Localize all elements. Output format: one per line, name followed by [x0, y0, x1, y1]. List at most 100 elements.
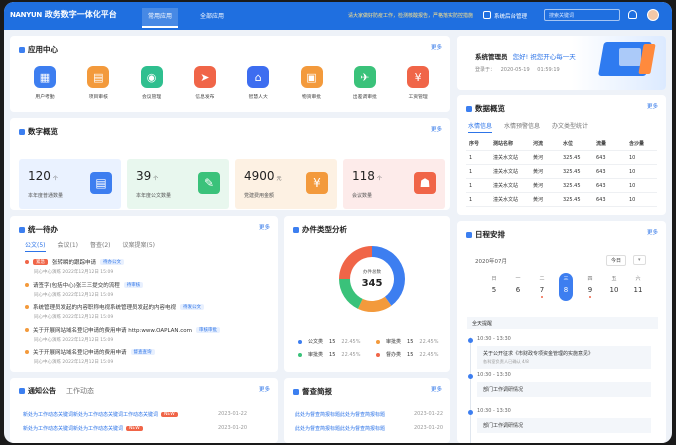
todo-title: 统一待办 — [19, 224, 58, 235]
plane-icon: ✈ — [353, 66, 376, 88]
notice-item[interactable]: 新处为工作动态关键词新处为工作动态关键词 NEW 2023-01-20 — [23, 425, 247, 432]
donut-slice-1[interactable] — [357, 296, 392, 312]
calendar-day[interactable]: 六 11 — [631, 275, 645, 294]
legend-swatch — [298, 352, 302, 357]
todo-tab[interactable]: 会议(1) — [58, 240, 79, 252]
column-header: 河流 — [533, 141, 544, 147]
app-4[interactable]: ⌂ 智慧人大 — [238, 66, 278, 100]
logo[interactable]: NANYUN 政务数字一体化平台 — [10, 9, 117, 20]
todo-tab[interactable]: 督查(2) — [90, 240, 111, 252]
bell-icon[interactable] — [628, 10, 637, 19]
event-time: 10:30 - 13:30 — [477, 408, 511, 414]
table-cell: 1 — [469, 196, 473, 203]
app-label: 项目审核 — [88, 95, 108, 100]
todo-meta: 同心中心演练 2022年12月12日 15:09 — [34, 337, 114, 343]
todo-more[interactable]: 更多 — [259, 223, 270, 231]
app-3[interactable]: ➤ 信息发布 — [185, 66, 225, 100]
calendar-day[interactable]: 三8 — [559, 273, 573, 301]
todo-tab[interactable]: 议案提案(5) — [123, 240, 156, 252]
calendar-day[interactable]: 一6 — [511, 275, 525, 294]
stat-tile[interactable]: 39 个本年度公文数量 ✎ — [127, 159, 229, 209]
calendar-dropdown[interactable]: ▾ — [633, 255, 646, 265]
data-panel-more[interactable]: 更多 — [647, 102, 658, 110]
supervision-item[interactable]: 此处为督查简报标题此处为督查简报标题 2023-01-20 — [295, 425, 443, 432]
todo-item[interactable]: 请签字(包括中心)张三三提交的流程 待审核 同心中心演练 2022年12月12日 1… — [25, 281, 275, 298]
todo-tag: 督查查询 — [130, 349, 155, 355]
legend-item: 公文类 15 22.45% — [298, 338, 360, 345]
supervision-item[interactable]: 此处为督查简报标题此处为督查简报标题 2023-01-22 — [295, 411, 443, 418]
app-6[interactable]: ✈ 出差调审批 — [345, 66, 385, 100]
data-overview-title: 数字概览 — [19, 126, 58, 137]
notice-tabs: 通知公告 工作动态 — [19, 386, 94, 396]
todo-tab[interactable]: 公文(5) — [25, 240, 46, 252]
table-row[interactable]: 1 潼关水文站 黄河 325.45 643 10 — [466, 193, 657, 207]
todo-item[interactable]: 系统管理员发起的内容职称电视系统管理员发起的内容电视 待发公文 同心中心演练 202… — [25, 303, 275, 320]
status-dot — [25, 260, 29, 264]
today-button[interactable]: 今日 — [606, 255, 627, 266]
supervision-more[interactable]: 更多 — [431, 385, 442, 393]
app-label: 用户考勤 — [35, 95, 55, 100]
section-icon — [19, 388, 25, 394]
avatar[interactable] — [647, 9, 659, 21]
table-cell: 1 — [469, 168, 473, 175]
calendar-icon: ▦ — [34, 66, 56, 88]
tab-notices[interactable]: 通知公告 — [19, 386, 56, 396]
search-input[interactable]: 搜索关键词 — [544, 9, 620, 21]
meeting-icon: ◉ — [140, 66, 163, 88]
donut-slice-0[interactable] — [372, 246, 405, 306]
schedule-card: 日程安排 更多 2020年07月 今日 ▾ 日 5 一 6 二 7 三 8 四 9 五 10 六 11 全… — [457, 221, 666, 443]
calendar-day[interactable]: 日5 — [487, 275, 501, 294]
calendar-day[interactable]: 二7 — [535, 275, 549, 298]
app-center-more[interactable]: 更多 — [431, 43, 442, 51]
schedule-event[interactable]: 10:30 - 13:30 部门工作调研情况 — [467, 372, 651, 397]
schedule-event[interactable]: 10:30 - 13:30 部门工作调研情况 — [467, 408, 651, 433]
send-icon: ➤ — [193, 66, 216, 88]
todo-item[interactable]: 紧急 张转瞬的跟踪申请 待办公文 同心中心演练 2022年12月12日 15:09 — [25, 258, 275, 275]
todo-text: 请签字(包括中心)张三三提交的流程 — [33, 282, 120, 289]
data-tab[interactable]: 水情信息 — [468, 121, 493, 133]
todo-item[interactable]: 关于开展网站域名登记申请的费用申请 督查查询 同心中心演练 2022年12月12日 … — [25, 348, 275, 365]
monitor-icon — [483, 11, 491, 19]
stat-tile[interactable]: 118 个会议数量 ☗ — [343, 159, 445, 209]
tab-common-apps[interactable]: 常用应用 — [142, 8, 179, 28]
stat-value: 39 个 — [136, 169, 159, 183]
data-tab[interactable]: 水情预警信息 — [504, 121, 540, 133]
app-5[interactable]: ▣ 物资审批 — [292, 66, 332, 100]
data-overview-more[interactable]: 更多 — [431, 125, 442, 133]
app-2[interactable]: ◉ 会议管理 — [132, 66, 172, 100]
column-header: 水位 — [563, 141, 574, 147]
building-icon: ⌂ — [247, 66, 270, 88]
schedule-more[interactable]: 更多 — [647, 228, 658, 236]
calendar-day[interactable]: 五 10 — [607, 275, 621, 294]
app-7[interactable]: ¥ 工资管理 — [398, 66, 438, 100]
legend-swatch — [376, 352, 380, 357]
schedule-event[interactable]: 10:30 - 13:30 关于公开征求《市财政专项资金管理的实施意见》 各科室负责… — [467, 336, 651, 369]
edit-icon: ✎ — [198, 172, 220, 194]
app-1[interactable]: ▤ 项目审核 — [78, 66, 118, 100]
table-cell: 325.45 — [563, 196, 581, 203]
table-row[interactable]: 1 潼关水文站 黄河 325.45 643 10 — [466, 165, 657, 179]
tab-work-news[interactable]: 工作动态 — [66, 386, 94, 396]
table-row[interactable]: 1 潼关水文站 黄河 325.45 643 10 — [466, 179, 657, 193]
donut-center-label: 办件总数 — [363, 270, 381, 275]
notices-more[interactable]: 更多 — [259, 385, 270, 393]
notice-item[interactable]: 新处为工作动态关键词新处为工作动态关键词工作动态关键词 NEW 2023-01-22 — [23, 411, 247, 418]
doc-analysis-card: 办件类型分析 办件总数 345 公文类 15 22.45% 审批类 15 22.45% 审批… — [284, 216, 450, 372]
stat-tile[interactable]: 120 个本年度普通数量 ▤ — [19, 159, 121, 209]
table-cell: 643 — [596, 196, 606, 203]
data-tab[interactable]: 办文类型统计 — [552, 121, 588, 133]
app-label: 出差调审批 — [352, 95, 377, 100]
table-row[interactable]: 1 潼关水文站 黄河 325.45 643 10 — [466, 151, 657, 165]
login-time: 登录于： 2020-05-19 01:59:19 — [475, 67, 560, 73]
app-0[interactable]: ▦ 用户考勤 — [25, 66, 65, 100]
todo-item[interactable]: 关于开展网站域名登记申请的费用申请 http:www.OAPLAN.com 审核审… — [25, 326, 275, 343]
admin-link[interactable]: 系统后台管理 — [494, 12, 527, 20]
table-cell: 黄河 — [533, 169, 544, 175]
event-title: 关于公开征求《市财政专项资金管理的实施意见》 — [483, 351, 594, 357]
calendar-day[interactable]: 四9 — [583, 275, 597, 298]
stat-tile[interactable]: 4900 元党建费用金额 ¥ — [235, 159, 337, 209]
app-frame: NANYUN 政务数字一体化平台 常用应用 全部应用 请大家做好防疫工作，检测核… — [4, 2, 672, 443]
column-header: 序号 — [469, 141, 480, 147]
stat-value: 120 个 — [28, 169, 58, 183]
tab-all-apps[interactable]: 全部应用 — [200, 11, 224, 20]
